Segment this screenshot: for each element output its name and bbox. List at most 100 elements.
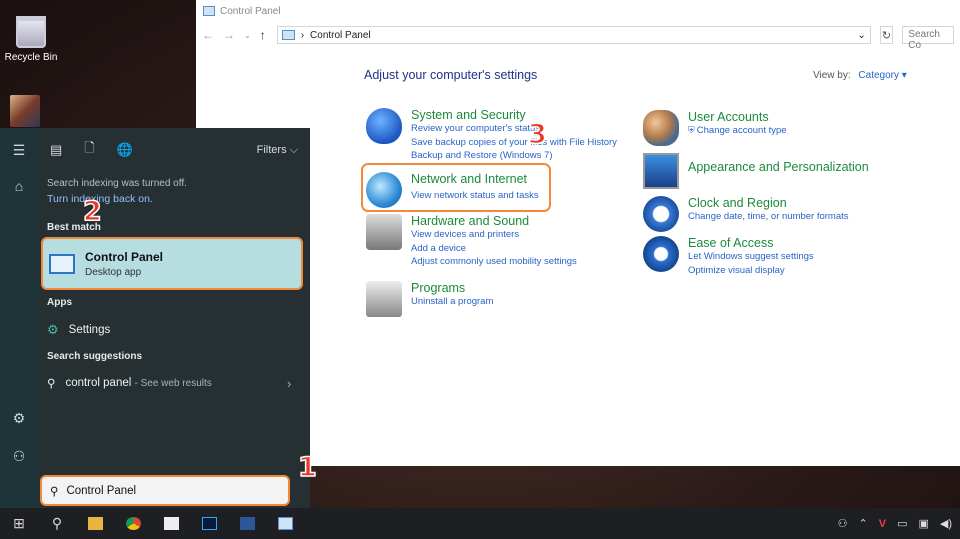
vivaldi-tray-icon[interactable]: V: [879, 518, 886, 530]
shield-icon[interactable]: [366, 108, 402, 144]
accessibility-icon[interactable]: [643, 236, 679, 272]
category-ease-of-access: Ease of Access Let Windows suggest setti…: [643, 236, 814, 277]
chevron-right-icon[interactable]: ›: [287, 376, 291, 391]
category-link[interactable]: Save backup copies of your files with Fi…: [411, 136, 617, 150]
desktop-app-icon[interactable]: [10, 95, 40, 127]
chrome-icon[interactable]: [114, 508, 152, 539]
sticky-notes-icon[interactable]: [152, 508, 190, 539]
category-user-accounts: User Accounts ⛨ Change account type: [643, 110, 787, 146]
category-clock-region: Clock and Region Change date, time, or n…: [643, 196, 849, 232]
category-title[interactable]: System and Security: [411, 108, 617, 122]
category-system-security: System and Security Review your computer…: [366, 108, 617, 163]
search-icon: ⚲: [50, 485, 59, 498]
search-icon[interactable]: ⚲: [38, 508, 76, 539]
network-globe-icon[interactable]: [366, 172, 402, 208]
category-link[interactable]: Change date, time, or number formats: [688, 210, 849, 224]
step-badge-3: 3: [527, 118, 547, 151]
users-icon[interactable]: [643, 110, 679, 146]
category-hardware-sound: Hardware and Sound View devices and prin…: [366, 214, 577, 269]
view-by: View by: Category ▾: [813, 70, 907, 81]
people-icon[interactable]: ⚇: [838, 517, 848, 530]
gear-icon[interactable]: ⚙: [0, 410, 38, 427]
refresh-icon[interactable]: ↻: [879, 26, 894, 44]
apps-heading: Apps: [47, 297, 72, 308]
category-link[interactable]: ⛨ Change account type: [688, 124, 787, 138]
best-match-kind: Desktop app: [85, 266, 142, 278]
control-panel-taskbar-icon[interactable]: [266, 508, 304, 539]
category-link[interactable]: View devices and printers: [411, 228, 577, 242]
category-link-text[interactable]: Change account type: [697, 125, 787, 136]
chevron-up-icon[interactable]: ⌃: [859, 517, 868, 530]
photoshop-icon[interactable]: [190, 508, 228, 539]
category-link[interactable]: Optimize visual display: [688, 264, 814, 278]
system-tray: ⚇ ⌃ V ▭ ▣ ◀): [838, 508, 952, 539]
category-title[interactable]: Clock and Region: [688, 196, 849, 210]
address-dropdown-icon[interactable]: ⌄: [857, 30, 865, 41]
recycle-bin-glyph: [16, 16, 46, 48]
file-explorer-icon[interactable]: [76, 508, 114, 539]
word-icon[interactable]: [228, 508, 266, 539]
documents-scope-icon[interactable]: 🗋: [84, 139, 94, 161]
breadcrumb[interactable]: Control Panel: [310, 30, 371, 41]
clock-icon[interactable]: [643, 196, 679, 232]
recycle-bin-label: Recycle Bin: [4, 52, 58, 63]
category-link[interactable]: Review your computer's status: [411, 122, 617, 136]
category-network-internet: Network and Internet View network status…: [366, 172, 539, 208]
windows-start-icon[interactable]: ⊞: [0, 508, 38, 539]
search-input[interactable]: ⚲ Control Panel: [40, 475, 290, 506]
printer-icon[interactable]: [366, 214, 402, 250]
category-link[interactable]: View network status and tasks: [411, 189, 539, 203]
taskbar: ⊞ ⚲ ⚇ ⌃ V ▭ ▣ ◀): [0, 508, 960, 539]
search-icon: ⚲: [47, 378, 56, 390]
back-icon[interactable]: ←: [202, 28, 214, 42]
display-icon[interactable]: [643, 153, 679, 189]
category-link[interactable]: Backup and Restore (Windows 7): [411, 149, 617, 163]
control-panel-icon: [203, 6, 215, 16]
feedback-icon[interactable]: ⚇: [0, 448, 38, 465]
recycle-bin-icon[interactable]: Recycle Bin: [4, 16, 58, 63]
start-search-panel: ▤ 🗋 🌐 Filters ⌵ Search indexing was turn…: [38, 128, 310, 508]
category-title[interactable]: Network and Internet: [411, 172, 539, 186]
battery-icon[interactable]: ▭: [897, 517, 907, 530]
web-scope-icon[interactable]: 🌐: [117, 142, 133, 158]
address-bar[interactable]: › Control Panel ⌄: [276, 26, 871, 44]
search-input[interactable]: Search Co: [902, 26, 954, 51]
step-badge-1: 1: [297, 451, 317, 484]
best-match-control-panel[interactable]: Control Panel Desktop app: [41, 237, 303, 290]
index-note: Search indexing was turned off.: [47, 178, 187, 189]
control-panel-icon: [49, 253, 75, 274]
chevron-down-icon[interactable]: ⌄: [244, 31, 251, 40]
programs-box-icon[interactable]: [366, 281, 402, 317]
control-panel-icon: [281, 30, 295, 40]
category-title[interactable]: Hardware and Sound: [411, 214, 577, 228]
forward-icon[interactable]: →: [223, 28, 235, 42]
filters-dropdown[interactable]: Filters ⌵: [257, 144, 298, 157]
category-link[interactable]: Adjust commonly used mobility settings: [411, 255, 577, 269]
suggestion-query: control panel: [65, 377, 132, 389]
apps-scope-icon[interactable]: ▤: [50, 142, 62, 158]
suggestion-text: control panel - See web results: [65, 377, 211, 389]
category-title[interactable]: Programs: [411, 281, 493, 295]
hamburger-icon[interactable]: ☰: [0, 142, 38, 159]
window-titlebar: Control Panel: [196, 0, 960, 22]
filters-label: Filters: [256, 143, 287, 156]
category-link[interactable]: Uninstall a program: [411, 295, 493, 309]
category-programs: Programs Uninstall a program: [366, 281, 493, 317]
volume-icon[interactable]: ◀): [940, 517, 952, 530]
view-by-dropdown[interactable]: Category ▾: [858, 70, 906, 81]
up-icon[interactable]: ↑: [260, 28, 266, 42]
view-by-label: View by:: [813, 70, 851, 81]
uac-shield-icon: ⛨: [688, 125, 695, 135]
category-title[interactable]: User Accounts: [688, 110, 787, 124]
breadcrumb-separator: ›: [300, 29, 305, 41]
app-settings[interactable]: ⚙ Settings: [47, 322, 110, 338]
category-title[interactable]: Appearance and Personalization: [688, 160, 869, 174]
category-link[interactable]: Add a device: [411, 242, 577, 256]
category-link[interactable]: Let Windows suggest settings: [688, 250, 814, 264]
home-icon[interactable]: ⌂: [0, 178, 38, 194]
category-title[interactable]: Ease of Access: [688, 236, 814, 250]
network-icon[interactable]: ▣: [918, 517, 928, 530]
web-suggestion[interactable]: ⚲ control panel - See web results ›: [47, 376, 305, 391]
best-match-name: Control Panel: [85, 249, 164, 264]
category-appearance: Appearance and Personalization: [643, 153, 869, 189]
